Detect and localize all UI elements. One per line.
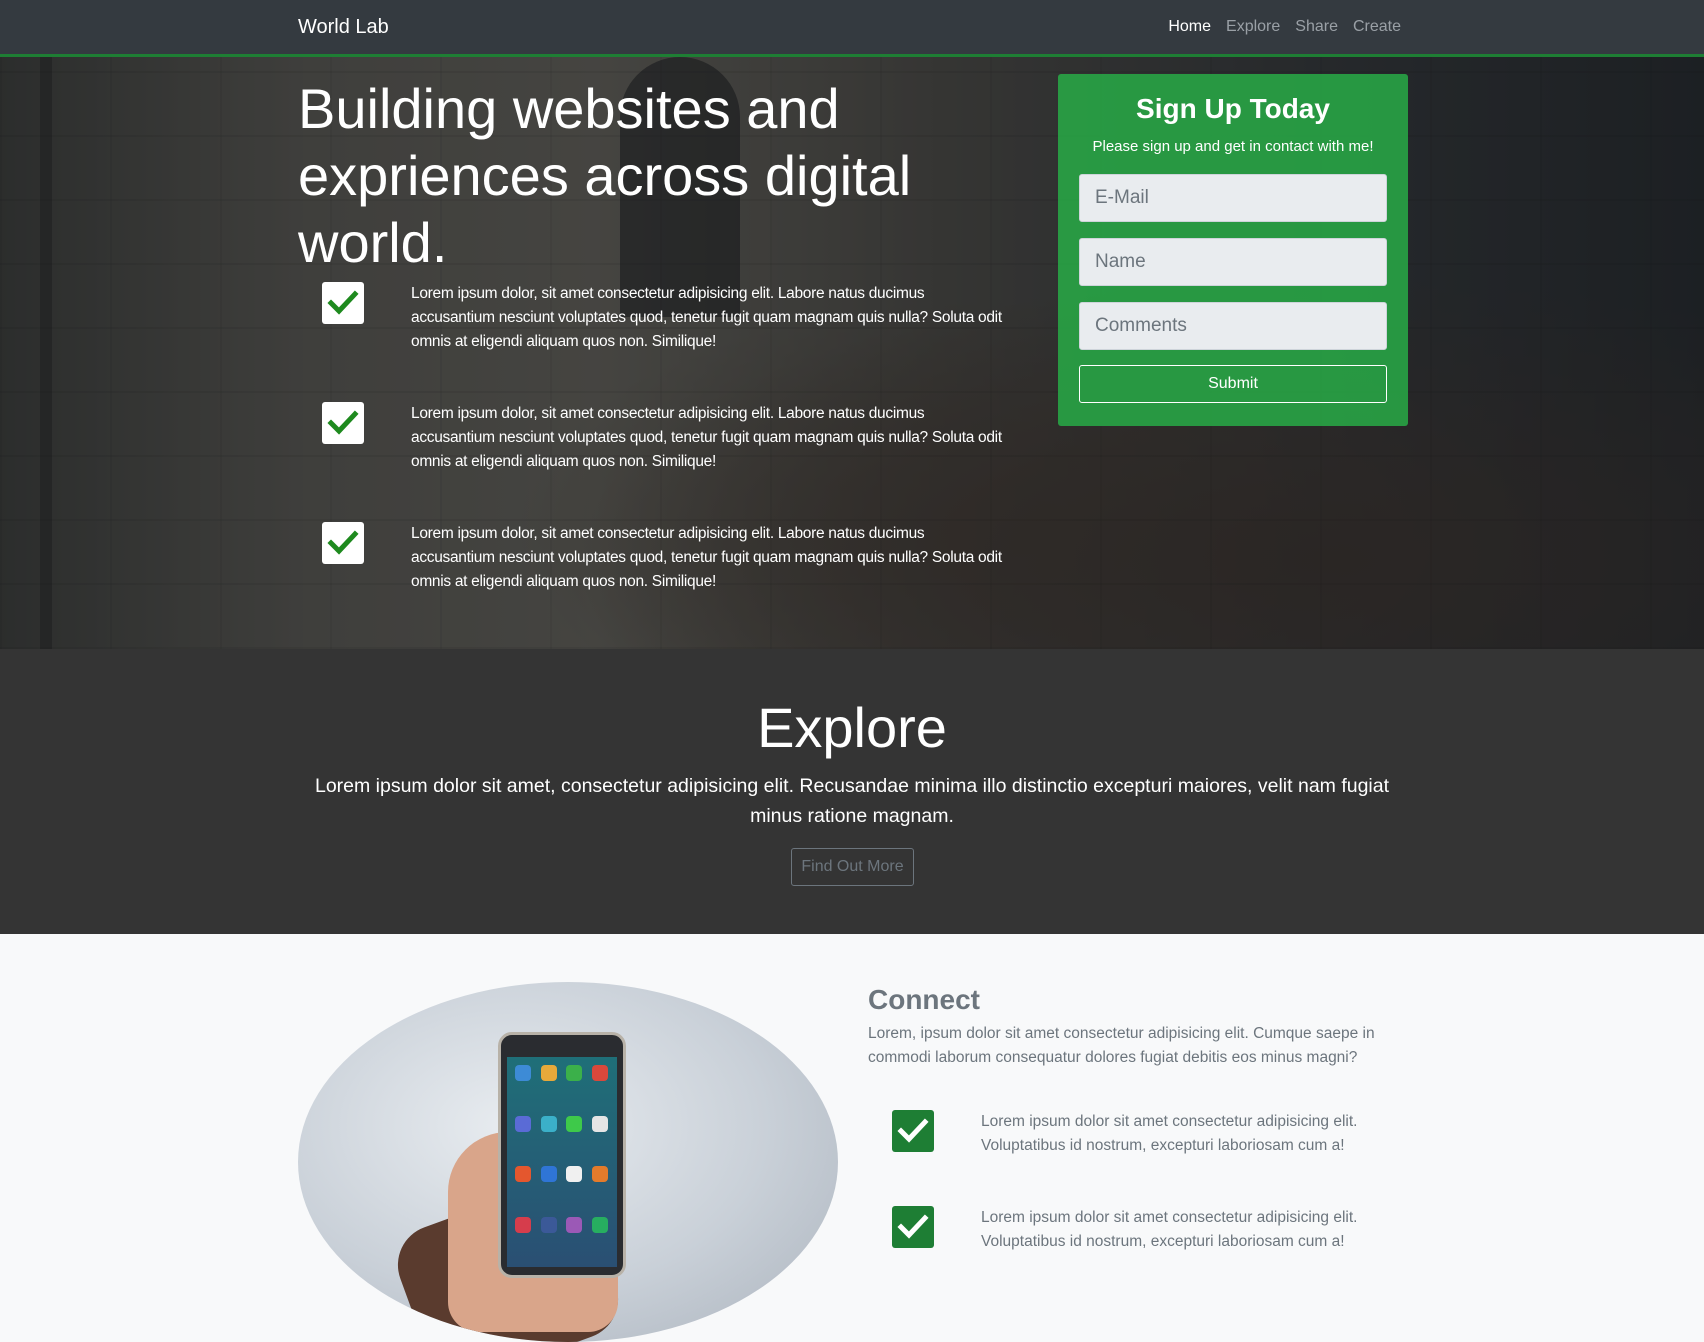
navbar: World Lab Home Explore Share Create bbox=[0, 0, 1704, 57]
phone-screen bbox=[507, 1057, 617, 1267]
app-icon bbox=[566, 1216, 582, 1233]
signup-subtitle: Please sign up and get in contact with m… bbox=[1092, 138, 1374, 155]
comments-field[interactable] bbox=[1079, 302, 1387, 350]
check-icon bbox=[892, 1110, 934, 1152]
app-icon bbox=[566, 1065, 582, 1081]
submit-button[interactable]: Submit bbox=[1079, 365, 1387, 403]
hero-feature: Lorem ipsum dolor, sit amet consectetur … bbox=[322, 402, 1002, 482]
app-icon bbox=[566, 1115, 582, 1132]
app-icon bbox=[591, 1166, 608, 1182]
hero-section: Building websites and expriences across … bbox=[0, 57, 1704, 649]
nav-link-share[interactable]: Share bbox=[1295, 18, 1338, 36]
check-icon bbox=[322, 282, 364, 324]
app-icon bbox=[515, 1216, 531, 1233]
app-icon bbox=[591, 1065, 608, 1081]
connect-feature: Lorem ipsum dolor sit amet consectetur a… bbox=[892, 1110, 1412, 1190]
check-icon bbox=[892, 1206, 934, 1248]
app-icon bbox=[591, 1216, 608, 1233]
connect-title: Connect bbox=[868, 984, 980, 1015]
brand-logo[interactable]: World Lab bbox=[298, 16, 389, 39]
app-icon bbox=[540, 1065, 557, 1081]
app-icon bbox=[591, 1115, 608, 1132]
hero-feature-text: Lorem ipsum dolor, sit amet consectetur … bbox=[411, 525, 1002, 590]
connect-feature-text: Lorem ipsum dolor sit amet consectetur a… bbox=[981, 1209, 1358, 1250]
app-icon bbox=[515, 1166, 531, 1182]
explore-section: Explore Lorem ipsum dolor sit amet, cons… bbox=[0, 649, 1704, 934]
connect-text: Lorem, ipsum dolor sit amet consectetur … bbox=[868, 1025, 1375, 1066]
app-icon bbox=[540, 1166, 557, 1182]
nav-link-explore[interactable]: Explore bbox=[1226, 18, 1280, 36]
explore-text: Lorem ipsum dolor sit amet, consectetur … bbox=[314, 775, 1390, 827]
hero-feature: Lorem ipsum dolor, sit amet consectetur … bbox=[322, 282, 1002, 362]
nav-link-create[interactable]: Create bbox=[1353, 18, 1401, 36]
check-icon bbox=[322, 522, 364, 564]
hero-feature: Lorem ipsum dolor, sit amet consectetur … bbox=[322, 522, 1002, 602]
app-icon bbox=[515, 1115, 531, 1132]
app-icon bbox=[540, 1216, 557, 1233]
name-field[interactable] bbox=[1079, 238, 1387, 286]
connect-section: Connect Lorem, ipsum dolor sit amet cons… bbox=[0, 934, 1704, 1342]
app-icon bbox=[540, 1115, 557, 1132]
hero-title: Building websites and expriences across … bbox=[298, 77, 912, 274]
connect-feature-text: Lorem ipsum dolor sit amet consectetur a… bbox=[981, 1113, 1358, 1154]
app-icon bbox=[515, 1065, 531, 1081]
find-out-more-button[interactable]: Find Out More bbox=[791, 848, 914, 886]
smartphone-shape bbox=[498, 1032, 626, 1278]
phone-in-hand-image bbox=[298, 982, 838, 1342]
email-field[interactable] bbox=[1079, 174, 1387, 222]
nav-link-home[interactable]: Home bbox=[1168, 18, 1211, 36]
hero-feature-text: Lorem ipsum dolor, sit amet consectetur … bbox=[411, 285, 1002, 350]
signup-title: Sign Up Today bbox=[1136, 93, 1330, 124]
app-icon bbox=[566, 1166, 582, 1182]
nav-links: Home Explore Share Create bbox=[1168, 18, 1401, 36]
connect-feature: Lorem ipsum dolor sit amet consectetur a… bbox=[892, 1206, 1412, 1286]
signup-card: Sign Up Today Please sign up and get in … bbox=[1058, 74, 1408, 426]
hero-feature-text: Lorem ipsum dolor, sit amet consectetur … bbox=[411, 405, 1002, 470]
explore-title: Explore bbox=[757, 696, 947, 759]
check-icon bbox=[322, 402, 364, 444]
